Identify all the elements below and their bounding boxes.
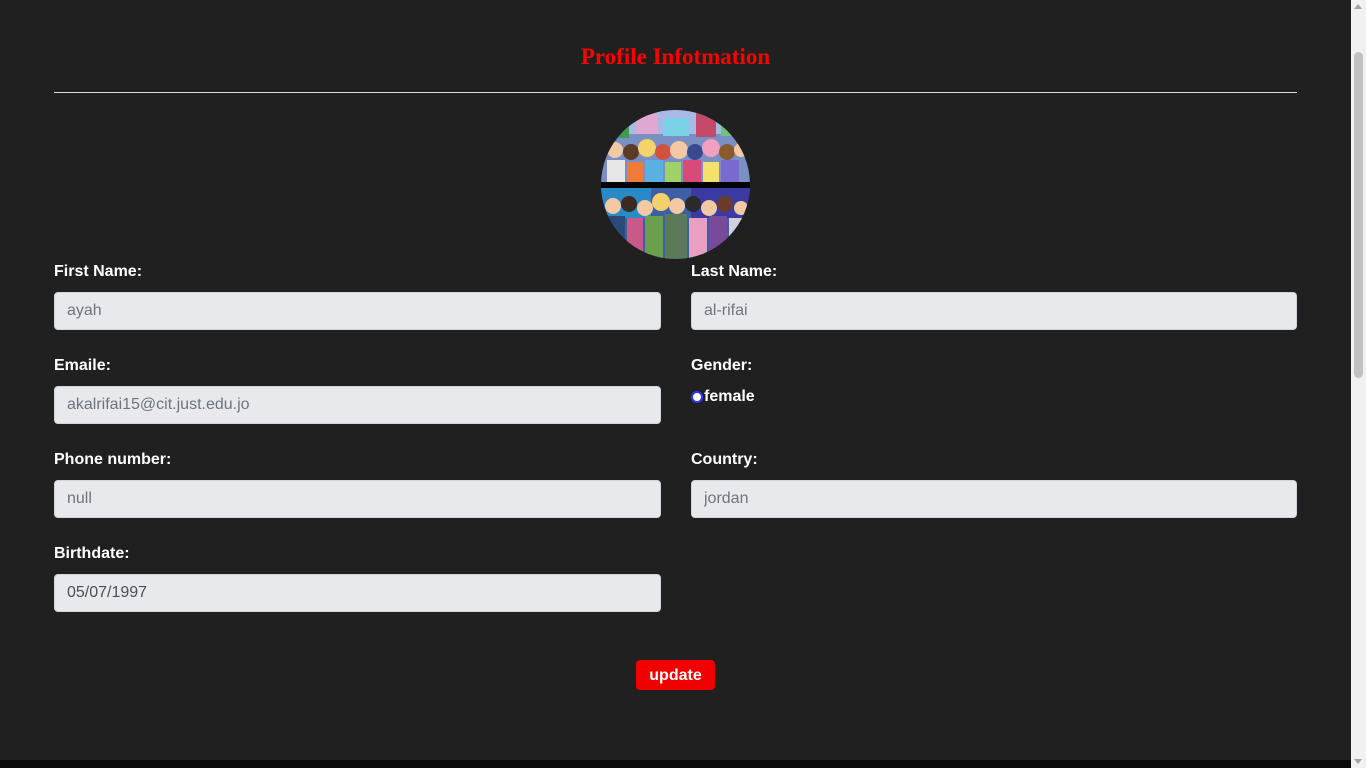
bottom-bar xyxy=(0,760,1351,768)
birthdate-label: Birthdate: xyxy=(54,545,130,562)
avatar-image xyxy=(601,110,750,259)
last-name-input[interactable] xyxy=(691,292,1297,330)
phone-label: Phone number: xyxy=(54,451,172,468)
gender-option-female[interactable]: female xyxy=(691,388,755,406)
page-title: Profile Infotmation xyxy=(580,44,771,69)
female-radio-label: female xyxy=(704,388,755,405)
birthdate-input[interactable] xyxy=(54,574,661,612)
email-input[interactable] xyxy=(54,386,661,424)
country-input[interactable] xyxy=(691,480,1297,518)
title-divider xyxy=(54,92,1297,93)
country-label: Country: xyxy=(691,451,758,468)
vertical-scrollbar[interactable] xyxy=(1351,0,1366,768)
last-name-label: Last Name: xyxy=(691,263,778,280)
gender-label: Gender: xyxy=(691,357,753,374)
scroll-down-arrow-icon[interactable] xyxy=(1354,759,1362,764)
scroll-up-arrow-icon[interactable] xyxy=(1354,4,1362,9)
first-name-input[interactable] xyxy=(54,292,661,330)
profile-avatar xyxy=(601,110,750,259)
profile-page: Profile Infotmation First Name: ayah Las… xyxy=(0,0,1351,760)
first-name-label: First Name: xyxy=(54,263,143,280)
female-radio[interactable] xyxy=(691,391,703,403)
update-button[interactable]: update xyxy=(636,660,715,690)
email-label: Emaile: xyxy=(54,357,111,374)
phone-input[interactable] xyxy=(54,480,661,518)
scrollbar-thumb[interactable] xyxy=(1354,52,1363,378)
